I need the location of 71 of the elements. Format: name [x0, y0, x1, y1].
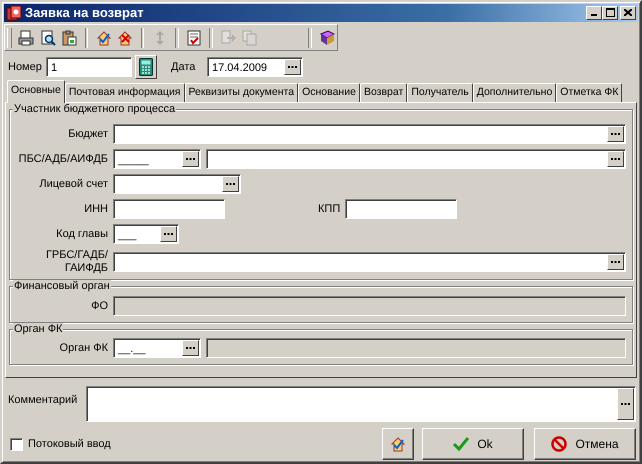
action-button[interactable]	[382, 428, 414, 460]
input-field[interactable]: _____	[113, 149, 201, 169]
field-label: Бюджет	[67, 128, 108, 140]
field-label: ГРБС/ГАДБ/ ГАИФДБ	[44, 249, 108, 275]
input-field[interactable]	[345, 199, 458, 219]
tab[interactable]: Отметка ФК	[556, 83, 622, 102]
document-arrow-icon	[220, 30, 237, 46]
checkbox[interactable]	[10, 438, 23, 450]
minimize-button[interactable]	[586, 6, 602, 20]
checklist-icon	[186, 30, 202, 46]
ok-button[interactable]: Ok	[422, 428, 524, 460]
field-label: Дата	[171, 61, 196, 74]
house-check-icon	[96, 30, 112, 46]
field-label: ФО	[90, 300, 108, 312]
field-label: Номер	[8, 61, 43, 74]
no-entry-icon	[551, 436, 568, 452]
browse-button[interactable]	[284, 59, 301, 76]
minimize-icon	[591, 14, 597, 16]
tab[interactable]: Основные	[7, 80, 65, 103]
input-field[interactable]	[113, 252, 626, 272]
browse-button[interactable]	[160, 226, 177, 242]
input-field[interactable]: 1	[46, 57, 132, 78]
input-field[interactable]	[113, 174, 241, 194]
field-label: Код главы	[55, 228, 108, 240]
maximize-button[interactable]	[602, 6, 618, 20]
app-icon	[6, 4, 22, 21]
clipboard-icon	[61, 30, 78, 46]
browse-button[interactable]	[617, 388, 634, 420]
input-field[interactable]: 17.04.2009	[207, 57, 303, 78]
field-label: ПБС/АДБ/АИФДБ	[18, 153, 108, 165]
comment-field[interactable]	[86, 386, 636, 422]
checkbox-label: Потоковый ввод	[28, 438, 111, 450]
tab[interactable]: Дополнительно	[472, 83, 556, 102]
tab[interactable]: Получатель	[407, 83, 473, 102]
input-field[interactable]	[113, 199, 225, 219]
input-field[interactable]	[113, 124, 626, 144]
group-title: Участник бюджетного процесса	[13, 103, 176, 115]
field-label: Орган ФК	[58, 342, 108, 354]
checkmark-icon	[453, 437, 470, 451]
tab[interactable]: Основание	[298, 83, 360, 102]
field-label: Комментарий	[8, 393, 78, 406]
group-title: Финансовый орган	[13, 280, 111, 292]
magnifier-icon	[40, 30, 56, 46]
tab[interactable]: Реквизиты документа	[184, 83, 298, 102]
tab[interactable]: Возврат	[360, 83, 408, 102]
house-cross-icon	[117, 30, 134, 46]
field-label: ИНН	[83, 203, 108, 215]
documents-icon	[242, 30, 258, 46]
calculator-icon	[139, 58, 153, 76]
browse-button[interactable]	[182, 340, 199, 356]
ellipsis-icon	[288, 66, 297, 68]
close-button[interactable]	[620, 6, 636, 20]
group-title: Орган ФК	[13, 323, 64, 335]
field-label: Лицевой счет	[38, 178, 108, 190]
printer-icon	[18, 30, 34, 46]
calculator-button[interactable]	[135, 55, 157, 80]
input-field[interactable]	[206, 149, 626, 169]
field-label: КПП	[318, 203, 340, 215]
cancel-button[interactable]: Отмена	[534, 428, 636, 460]
browse-button[interactable]	[607, 254, 624, 270]
input-field[interactable]: __.__	[113, 338, 201, 358]
browse-button[interactable]	[222, 176, 239, 192]
tab[interactable]: Почтовая информация	[64, 83, 184, 102]
input-field[interactable]: ___	[113, 224, 179, 244]
browse-button[interactable]	[182, 151, 199, 167]
browse-button[interactable]	[607, 126, 624, 142]
window-title: Заявка на возврат	[25, 5, 145, 20]
browse-button[interactable]	[607, 151, 624, 167]
house-check-icon	[390, 436, 406, 452]
maximize-icon	[606, 8, 614, 18]
close-icon	[624, 9, 632, 16]
